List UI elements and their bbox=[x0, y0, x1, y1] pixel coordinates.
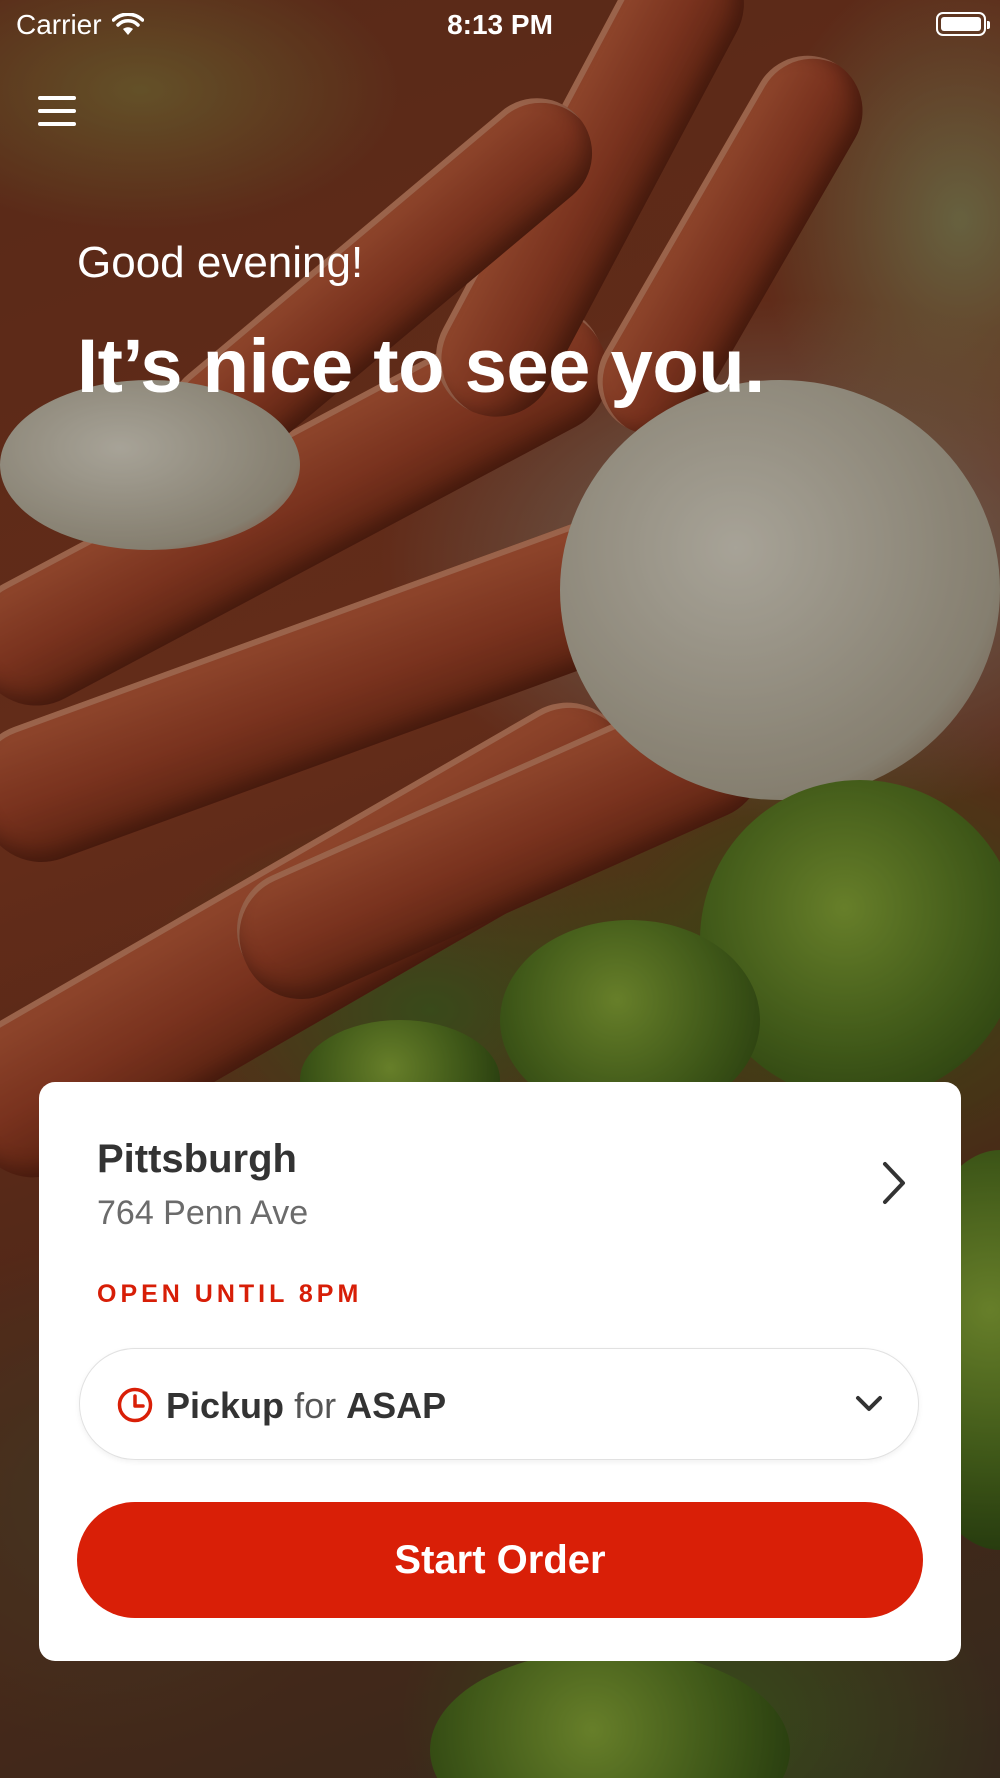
location-name: Pittsburgh bbox=[97, 1137, 297, 1181]
start-order-button[interactable]: Start Order bbox=[77, 1502, 923, 1618]
order-mode-text: Pickup for ASAP bbox=[166, 1385, 446, 1427]
location-card: Pittsburgh 764 Penn Ave OPEN UNTIL 8PM P… bbox=[39, 1082, 961, 1661]
chevron-right-icon[interactable] bbox=[873, 1160, 913, 1206]
chevron-down-icon bbox=[856, 1396, 882, 1411]
order-time-value: ASAP bbox=[346, 1385, 447, 1426]
location-address: 764 Penn Ave bbox=[97, 1194, 309, 1232]
status-bar: Carrier 8:13 PM bbox=[0, 0, 1000, 50]
status-time: 8:13 PM bbox=[447, 9, 553, 40]
headline-text: It’s nice to see you. bbox=[77, 324, 765, 409]
order-mode-select[interactable]: Pickup for ASAP bbox=[79, 1348, 919, 1460]
greeting-text: Good evening! bbox=[77, 238, 364, 287]
open-status-label: OPEN UNTIL 8PM bbox=[97, 1280, 363, 1308]
order-mode-connector: for bbox=[294, 1385, 337, 1426]
battery-icon bbox=[936, 12, 990, 36]
order-mode-value: Pickup bbox=[166, 1385, 285, 1426]
clock-icon bbox=[117, 1387, 153, 1423]
hamburger-menu-icon[interactable] bbox=[38, 92, 78, 132]
